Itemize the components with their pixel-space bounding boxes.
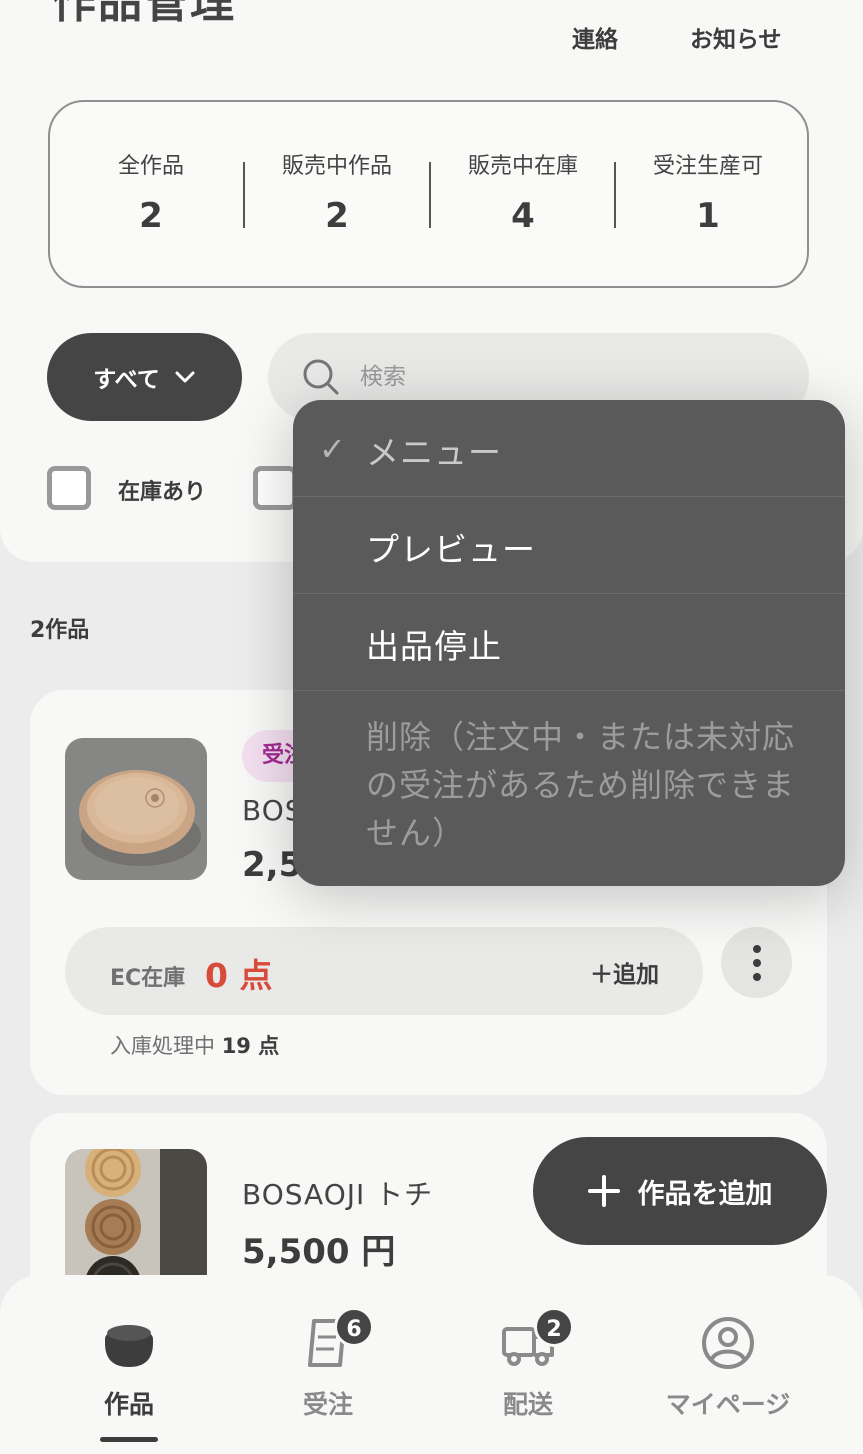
nav-item-shipping[interactable]: 2 配送 bbox=[428, 1307, 628, 1421]
menu-item-label: 削除（注文中・または未対応の受注があるため削除できません） bbox=[366, 718, 796, 852]
add-work-label: 作品を追加 bbox=[637, 1178, 773, 1210]
stat-label: 全作品 bbox=[117, 154, 184, 179]
stat-label: 受注生産可 bbox=[652, 154, 763, 179]
nav-label: 配送 bbox=[502, 1390, 553, 1419]
menu-item-label: メニュー bbox=[366, 433, 502, 472]
chevron-down-icon bbox=[175, 371, 195, 383]
add-stock-button[interactable]: ＋追加 bbox=[590, 955, 659, 989]
product-price: 5,500 円 bbox=[242, 1232, 396, 1272]
incoming-stock: 入庫処理中 19 点 bbox=[110, 1030, 279, 1060]
works-icon bbox=[105, 1325, 153, 1367]
in-stock-label: 在庫あり bbox=[118, 480, 207, 505]
menu-item-delete: 削除（注文中・または未対応の受注があるため削除できません） bbox=[293, 691, 845, 886]
stat-label: 販売中作品 bbox=[281, 154, 392, 179]
bottom-nav: 作品 6 受注 2 配送 マイページ bbox=[0, 1275, 863, 1454]
checkmark-icon: ✓ bbox=[319, 430, 346, 468]
stat-all-works: 全作品 2 bbox=[58, 148, 244, 236]
product-name: BOSAOJI トチ bbox=[242, 1178, 434, 1211]
menu-item-label: 出品停止 bbox=[366, 627, 502, 666]
product-thumbnail bbox=[65, 738, 207, 880]
works-count: 2作品 bbox=[30, 618, 90, 643]
add-work-button[interactable]: 作品を追加 bbox=[533, 1137, 827, 1245]
notifications-link[interactable]: お知らせ bbox=[690, 20, 782, 54]
product-thumbnail bbox=[65, 1149, 207, 1291]
stat-value: 2 bbox=[139, 196, 163, 236]
nav-item-mypage[interactable]: マイページ bbox=[628, 1315, 828, 1421]
stat-value: 4 bbox=[511, 196, 535, 236]
dot bbox=[752, 958, 761, 967]
stats-card: 全作品 2 販売中作品 2 販売中在庫 4 受注生産可 1 bbox=[48, 100, 809, 288]
stat-on-sale-stock: 販売中在庫 4 bbox=[430, 148, 616, 236]
menu-item-stop-listing[interactable]: 出品停止 bbox=[293, 594, 845, 691]
menu-item-preview[interactable]: プレビュー bbox=[293, 497, 845, 594]
filter-label: すべて bbox=[93, 367, 160, 393]
nav-item-orders[interactable]: 6 受注 bbox=[228, 1307, 428, 1421]
stat-label: 販売中在庫 bbox=[467, 154, 578, 179]
context-menu: ✓ メニュー プレビュー 出品停止 削除（注文中・または未対応の受注があるため削… bbox=[293, 400, 845, 886]
incoming-value: 19 点 bbox=[221, 1034, 280, 1058]
menu-item-menu[interactable]: ✓ メニュー bbox=[293, 400, 845, 497]
menu-item-label: プレビュー bbox=[366, 530, 536, 569]
incoming-label: 入庫処理中 bbox=[110, 1034, 215, 1058]
orders-badge: 6 bbox=[334, 1307, 374, 1347]
more-options-button[interactable] bbox=[721, 927, 792, 998]
stat-value: 1 bbox=[696, 196, 720, 236]
contact-link[interactable]: 連絡 bbox=[572, 20, 618, 54]
search-icon bbox=[303, 359, 339, 395]
filter-checkbox-2[interactable] bbox=[253, 466, 297, 510]
stat-made-to-order: 受注生産可 1 bbox=[615, 148, 801, 236]
user-icon bbox=[702, 1317, 754, 1369]
nav-label: 作品 bbox=[103, 1390, 154, 1419]
in-stock-checkbox[interactable] bbox=[47, 466, 91, 510]
plus-icon bbox=[587, 1175, 620, 1207]
search-input[interactable] bbox=[360, 357, 760, 397]
ec-stock-value: 0 点 bbox=[205, 956, 273, 995]
nav-item-works[interactable]: 作品 bbox=[29, 1315, 229, 1421]
filter-dropdown-button[interactable]: すべて bbox=[47, 333, 242, 421]
nav-label: 受注 bbox=[302, 1390, 353, 1419]
ec-stock-bar: EC在庫 0 点 ＋追加 bbox=[65, 927, 703, 1015]
stat-on-sale-works: 販売中作品 2 bbox=[244, 148, 430, 236]
shipping-badge: 2 bbox=[534, 1307, 574, 1347]
page-title: 作品管理 bbox=[52, 0, 236, 28]
ec-stock-label: EC在庫 bbox=[110, 966, 186, 991]
nav-label: マイページ bbox=[665, 1390, 791, 1419]
dot bbox=[752, 944, 761, 953]
stat-value: 2 bbox=[325, 196, 349, 236]
dot bbox=[752, 972, 761, 981]
active-tab-indicator bbox=[100, 1437, 158, 1442]
